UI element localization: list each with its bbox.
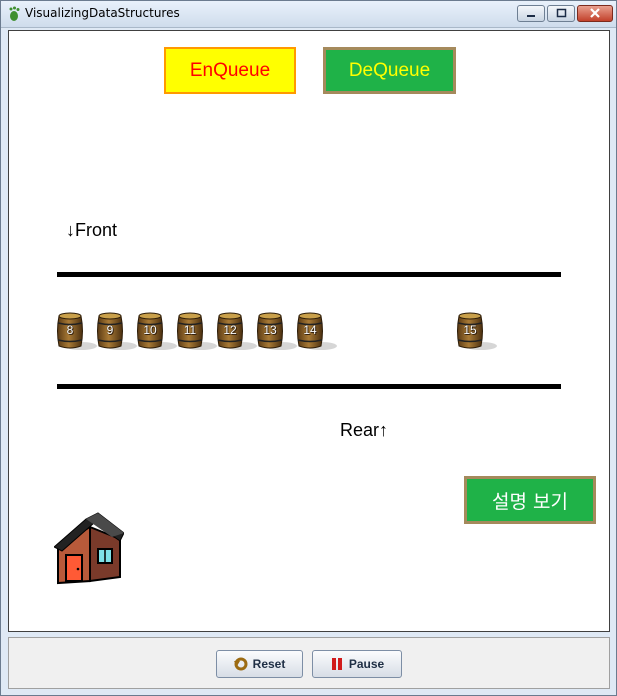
- pause-label: Pause: [348, 657, 385, 671]
- reset-icon: [233, 657, 248, 671]
- minimize-button[interactable]: [517, 5, 545, 22]
- show-description-button[interactable]: 설명 보기: [464, 476, 596, 524]
- queue-item[interactable]: 8: [57, 311, 97, 351]
- close-icon: [590, 8, 600, 18]
- pause-button[interactable]: Pause: [312, 650, 402, 678]
- pause-icon: [330, 657, 344, 671]
- minimize-icon: [527, 15, 535, 17]
- reset-label: Reset: [252, 657, 286, 671]
- queue-item[interactable]: 14: [297, 311, 337, 351]
- maximize-icon: [556, 8, 567, 18]
- window-title: VisualizingDataStructures: [25, 6, 180, 20]
- enqueue-button[interactable]: EnQueue: [164, 47, 296, 94]
- queue-item[interactable]: 15: [457, 311, 497, 351]
- front-label: ↓Front: [66, 220, 118, 240]
- queue-canvas: EnQueue DeQueue ↓Front 8 9 10 11 12 13 1…: [8, 30, 610, 632]
- title-bar[interactable]: VisualizingDataStructures: [1, 1, 616, 28]
- app-window: VisualizingDataStructures EnQueue DeQueu…: [0, 0, 617, 696]
- queue-top-rail: [57, 272, 561, 277]
- queue-item[interactable]: 10: [137, 311, 177, 351]
- house-icon: [53, 511, 125, 591]
- queue-bottom-rail: [57, 384, 561, 389]
- dequeue-button[interactable]: DeQueue: [323, 47, 456, 94]
- queue-item[interactable]: 11: [177, 311, 217, 351]
- queue-item[interactable]: 12: [217, 311, 257, 351]
- reset-button[interactable]: Reset: [216, 650, 303, 678]
- queue-item[interactable]: 13: [257, 311, 297, 351]
- control-panel: Reset Pause: [8, 637, 610, 689]
- maximize-button[interactable]: [547, 5, 575, 22]
- queue-item[interactable]: 9: [97, 311, 137, 351]
- footprint-icon: [7, 6, 21, 22]
- rear-label: Rear↑: [340, 420, 389, 440]
- close-button[interactable]: [577, 5, 613, 22]
